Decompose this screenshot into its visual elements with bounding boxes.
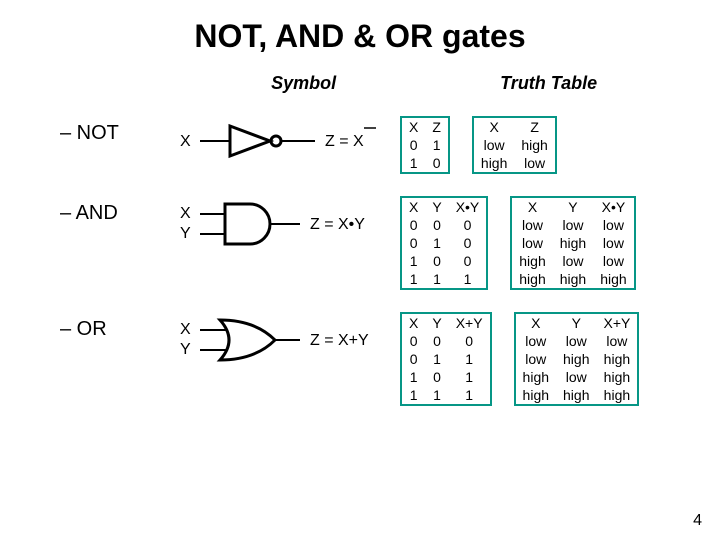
gate-label-not: – NOT <box>60 122 170 145</box>
truth-tables-or: XYX+Y000011101111 XYX+Ylowlowlowlowhighh… <box>400 312 639 406</box>
svg-text:Z = X+Y: Z = X+Y <box>310 332 369 349</box>
not-gate-icon: X Z = X <box>180 116 390 166</box>
tt-and-numeric: XYX•Y000010100111 <box>400 196 488 290</box>
slide: NOT, AND & OR gates Symbol Truth Table –… <box>0 0 720 540</box>
svg-text:Z = X: Z = X <box>325 133 364 150</box>
svg-text:X: X <box>180 133 191 150</box>
column-headers: Symbol Truth Table <box>200 73 690 94</box>
truth-tables-and: XYX•Y000010100111 XYX•Ylowlowlowlowhighl… <box>400 196 636 290</box>
and-gate-icon: X Y Z = X•Y <box>180 196 390 256</box>
page-number: 4 <box>693 512 702 530</box>
or-gate-icon: X Y Z = X+Y <box>180 312 390 372</box>
gate-label-or: – OR <box>60 318 170 341</box>
svg-text:Y: Y <box>180 225 191 242</box>
tt-and-level: XYX•Ylowlowlowlowhighlowhighlowlowhighhi… <box>510 196 635 290</box>
tt-or-numeric: XYX+Y000011101111 <box>400 312 492 406</box>
svg-text:X: X <box>180 205 191 222</box>
svg-text:Z = X•Y: Z = X•Y <box>310 216 365 233</box>
truth-tables-not: XZ0110 XZlowhighhighlow <box>400 116 557 174</box>
row-or: – OR X Y Z = X+Y XYX+Y000011101111 XYX+Y… <box>30 312 690 406</box>
row-and: – AND X Y Z = X•Y XYX•Y000010100111 XYX•… <box>30 196 690 290</box>
row-not: – NOT X Z = X XZ0110 XZlowhighhighlow <box>30 116 690 174</box>
tt-or-level: XYX+Ylowlowlowlowhighhighhighlowhighhigh… <box>514 312 640 406</box>
header-truth-table: Truth Table <box>407 73 690 94</box>
symbol-not: X Z = X <box>170 116 400 166</box>
gate-label-and: – AND <box>60 202 170 225</box>
symbol-or: X Y Z = X+Y <box>170 312 400 372</box>
slide-title: NOT, AND & OR gates <box>30 18 690 55</box>
svg-text:X: X <box>180 321 191 338</box>
svg-text:Y: Y <box>180 341 191 358</box>
header-symbol: Symbol <box>200 73 407 94</box>
tt-not-level: XZlowhighhighlow <box>472 116 557 174</box>
symbol-and: X Y Z = X•Y <box>170 196 400 256</box>
tt-not-numeric: XZ0110 <box>400 116 450 174</box>
